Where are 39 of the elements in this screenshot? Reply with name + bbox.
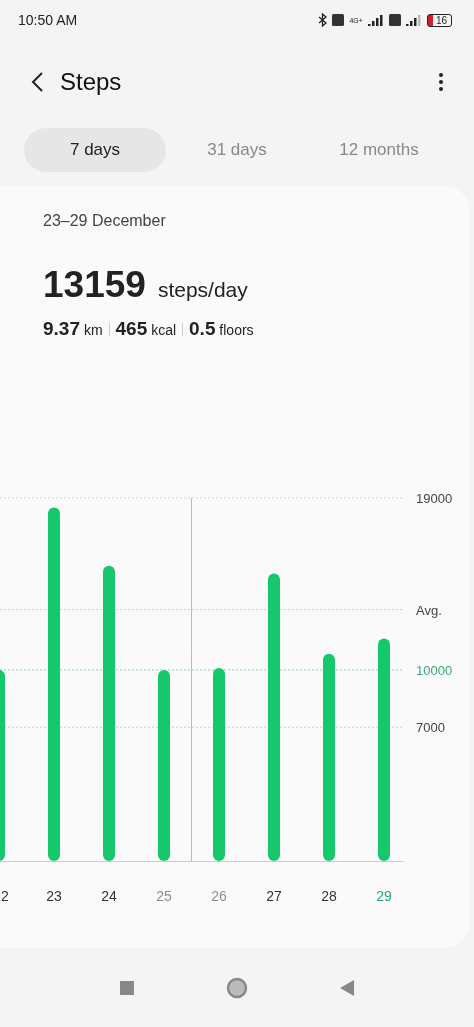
day-label: 24 (101, 888, 117, 904)
metric-value: 465 kcal (115, 318, 177, 340)
metric-value: 0.5 floors (189, 318, 254, 340)
day-label: 29 (376, 888, 392, 904)
signal-icon (367, 14, 384, 26)
more-options-icon[interactable] (438, 72, 444, 92)
day-label: 27 (266, 888, 282, 904)
day-label: 2 (1, 888, 9, 904)
battery-indicator: 16 (426, 13, 452, 27)
steps-unit: steps/day (157, 278, 248, 302)
period-tab[interactable]: 12 months (308, 128, 450, 172)
step-bar[interactable] (0, 669, 5, 861)
day-label: 25 (156, 888, 172, 904)
y-axis-label: 10000 (416, 662, 453, 678)
page-title: Steps (60, 68, 123, 96)
metric-value: 9.37 km (43, 318, 103, 340)
step-bar[interactable] (158, 669, 170, 861)
period-tab[interactable]: 31 days (166, 128, 308, 172)
step-bar[interactable] (103, 565, 115, 861)
signal-icon (405, 14, 422, 26)
step-bar[interactable] (213, 668, 225, 861)
y-axis-label: 19000 (416, 491, 453, 506)
day-label: 26 (211, 888, 227, 904)
y-axis-label: 7000 (416, 720, 445, 736)
back-icon[interactable] (340, 979, 354, 996)
day-label: 23 (46, 888, 62, 904)
y-axis-label: Avg. (416, 602, 442, 618)
step-bar[interactable] (48, 507, 60, 861)
period-tab[interactable]: 7 days (24, 128, 166, 172)
steps-value: 13159 (43, 264, 146, 306)
recent-apps-icon[interactable] (120, 980, 134, 995)
bluetooth-icon (318, 13, 328, 27)
date-range: 23–29 December (43, 212, 167, 230)
step-bar[interactable] (378, 638, 390, 861)
step-bar[interactable] (323, 653, 335, 861)
home-icon[interactable] (226, 976, 248, 999)
day-label: 28 (321, 888, 337, 904)
status-time: 10:50 AM (18, 12, 78, 28)
step-bar[interactable] (268, 573, 280, 861)
